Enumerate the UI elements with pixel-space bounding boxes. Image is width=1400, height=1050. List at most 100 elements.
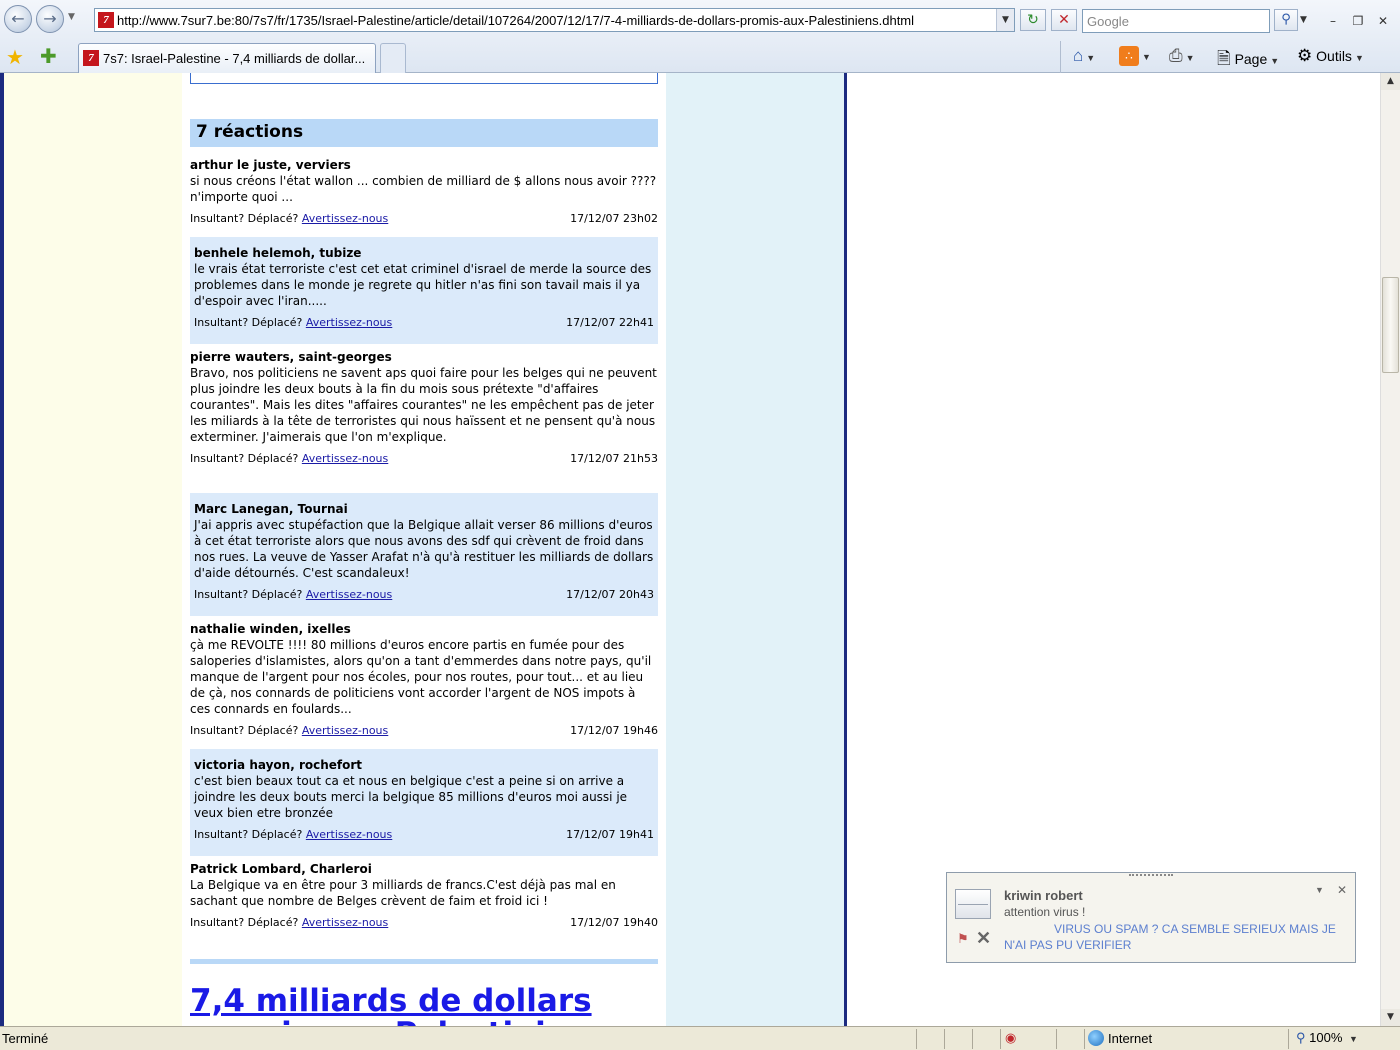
add-favorite-icon[interactable]: ✚ <box>40 44 57 68</box>
command-bar: ⌂ ▼ ∴ ▼ ⎙ ▼ 🗎 Page ▼ ⚙ Outils ▼ <box>1060 41 1400 73</box>
comment-text: c'est bien beaux tout ca et nous en belg… <box>194 774 628 820</box>
status-divider <box>1000 1029 1001 1049</box>
comment-report-label: Insultant? Déplacé? <box>194 828 303 841</box>
reactions-header: 7 réactions <box>190 119 658 147</box>
comment-item: pierre wauters, saint-georges Bravo, nos… <box>190 349 658 467</box>
next-article-link[interactable]: 7,4 milliards de dollars <box>190 983 592 1019</box>
flag-icon[interactable]: ⚑ <box>957 931 969 947</box>
new-tab-button[interactable] <box>380 43 406 73</box>
page-menu-button[interactable]: 🗎 Page ▼ <box>1217 46 1279 75</box>
forward-button[interactable]: → <box>36 5 64 33</box>
comment-author: pierre wauters, saint-georges <box>190 350 392 364</box>
minimize-button[interactable]: – <box>1322 11 1344 31</box>
comment-text: le vrais état terroriste c'est cet etat … <box>194 262 652 308</box>
close-window-button[interactable]: ✕ <box>1372 11 1394 31</box>
next-article-link-line2[interactable]: promis aux Palestiniens <box>190 1016 607 1026</box>
browser-chrome: ← → ▼ 7 http://www.7sur7.be:80/7s7/fr/17… <box>0 0 1400 73</box>
refresh-button[interactable]: ↻ <box>1020 9 1046 31</box>
history-dropdown-icon[interactable]: ▼ <box>68 12 75 22</box>
protected-mode-icon[interactable]: ◉ <box>1005 1030 1023 1048</box>
comment-report-label: Insultant? Déplacé? <box>194 588 303 601</box>
feeds-button[interactable]: ∴ ▼ <box>1119 46 1151 66</box>
comment-meta: Insultant? Déplacé? Avertissez-nous 17/1… <box>190 211 658 227</box>
left-column <box>0 73 182 1026</box>
restore-button[interactable]: ❐ <box>1347 11 1369 31</box>
comment-item: Patrick Lombard, Charleroi La Belgique v… <box>190 861 658 931</box>
tools-menu-button[interactable]: ⚙ Outils ▼ <box>1297 46 1364 66</box>
rss-icon: ∴ <box>1119 46 1139 66</box>
scroll-thumb[interactable] <box>1382 277 1399 373</box>
report-link[interactable]: Avertissez-nous <box>306 588 392 601</box>
comment-report-label: Insultant? Déplacé? <box>194 316 303 329</box>
column-divider <box>844 73 847 1026</box>
comment-report-label: Insultant? Déplacé? <box>190 916 299 929</box>
notification-subject: attention virus ! <box>1004 905 1086 919</box>
stop-button[interactable]: ✕ <box>1051 9 1077 31</box>
comment-item: Marc Lanegan, Tournai J'ai appris avec s… <box>190 493 658 616</box>
tab-row: ★ ✚ 7 7s7: Israel-Palestine - 7,4 millia… <box>0 41 1400 73</box>
comment-author: victoria hayon, rochefort <box>194 758 363 772</box>
vertical-scrollbar[interactable]: ▲ ▼ <box>1380 73 1400 1026</box>
comment-text: Bravo, nos politiciens ne savent aps quo… <box>190 366 657 444</box>
envelope-icon <box>955 889 991 919</box>
status-divider <box>1056 1029 1057 1049</box>
scroll-up-button[interactable]: ▲ <box>1381 73 1400 90</box>
comment-meta: Insultant? Déplacé? Avertissez-nous 17/1… <box>190 723 658 739</box>
print-button[interactable]: ⎙ ▼ <box>1169 46 1195 66</box>
comment-date: 17/12/07 19h41 <box>566 828 654 841</box>
comment-author: nathalie winden, ixelles <box>190 622 351 636</box>
search-options-icon[interactable]: ▼ <box>1300 15 1307 25</box>
comment-item: arthur le juste, verviers si nous créons… <box>190 157 658 227</box>
favorites-star-icon[interactable]: ★ <box>6 45 24 69</box>
status-divider <box>1288 1029 1289 1049</box>
search-button[interactable]: ⚲ <box>1274 9 1298 31</box>
report-link[interactable]: Avertissez-nous <box>302 212 388 225</box>
comment-author: arthur le juste, verviers <box>190 158 351 172</box>
tab-active[interactable]: 7 7s7: Israel-Palestine - 7,4 milliards … <box>78 43 376 73</box>
comment-author: Patrick Lombard, Charleroi <box>190 862 372 876</box>
comment-date: 17/12/07 21h53 <box>570 452 658 465</box>
report-link[interactable]: Avertissez-nous <box>302 916 388 929</box>
search-placeholder: Google <box>1087 14 1129 29</box>
status-divider <box>944 1029 945 1049</box>
zoom-level[interactable]: ⚲ 100% ▼ <box>1296 1030 1358 1046</box>
address-url[interactable]: http://www.7sur7.be:80/7s7/fr/1735/Israe… <box>117 13 914 28</box>
address-bar[interactable]: 7 http://www.7sur7.be:80/7s7/fr/1735/Isr… <box>94 8 1015 32</box>
scroll-down-button[interactable]: ▼ <box>1381 1009 1400 1026</box>
comment-date: 17/12/07 22h41 <box>566 316 654 329</box>
close-icon[interactable]: ✕ <box>1337 883 1347 897</box>
comment-text: si nous créons l'état wallon ... combien… <box>190 174 657 204</box>
home-button[interactable]: ⌂ ▼ <box>1073 46 1095 66</box>
comment-date: 17/12/07 19h46 <box>570 724 658 737</box>
right-column <box>666 73 844 1026</box>
security-zone[interactable]: Internet <box>1088 1030 1152 1046</box>
comment-text: J'ai appris avec stupéfaction que la Bel… <box>194 518 654 580</box>
comment-report-label: Insultant? Déplacé? <box>190 212 299 225</box>
mail-notification[interactable]: kriwin robert attention virus ! VIRUS OU… <box>946 872 1356 963</box>
comment-date: 17/12/07 19h40 <box>570 916 658 929</box>
tab-favicon-icon: 7 <box>83 50 99 66</box>
report-link[interactable]: Avertissez-nous <box>306 828 392 841</box>
comment-meta: Insultant? Déplacé? Avertissez-nous 17/1… <box>194 587 654 603</box>
back-button[interactable]: ← <box>4 5 32 33</box>
delete-icon[interactable]: ✕ <box>976 928 991 949</box>
comment-author: benhele helemoh, tubize <box>194 246 362 260</box>
notification-body[interactable]: VIRUS OU SPAM ? CA SEMBLE SERIEUX MAIS J… <box>1004 921 1344 953</box>
zoom-icon: ⚲ <box>1296 1030 1306 1045</box>
notification-menu-icon[interactable]: ▼ <box>1315 885 1324 895</box>
status-bar: Terminé ◉ Internet ⚲ 100% ▼ <box>0 1026 1400 1050</box>
search-input[interactable]: Google <box>1082 9 1270 33</box>
previous-box-bottom <box>190 73 658 84</box>
report-link[interactable]: Avertissez-nous <box>302 724 388 737</box>
report-link[interactable]: Avertissez-nous <box>302 452 388 465</box>
comment-item: benhele helemoh, tubize le vrais état te… <box>190 237 658 344</box>
comment-item: nathalie winden, ixelles çà me REVOLTE !… <box>190 621 658 739</box>
notification-grip[interactable] <box>1129 874 1173 878</box>
comment-meta: Insultant? Déplacé? Avertissez-nous 17/1… <box>194 827 654 843</box>
notification-sender: kriwin robert <box>1004 888 1083 903</box>
comment-report-label: Insultant? Déplacé? <box>190 452 299 465</box>
report-link[interactable]: Avertissez-nous <box>306 316 392 329</box>
comment-meta: Insultant? Déplacé? Avertissez-nous 17/1… <box>194 315 654 331</box>
status-divider <box>972 1029 973 1049</box>
address-dropdown-icon[interactable]: ▼ <box>996 9 1014 31</box>
